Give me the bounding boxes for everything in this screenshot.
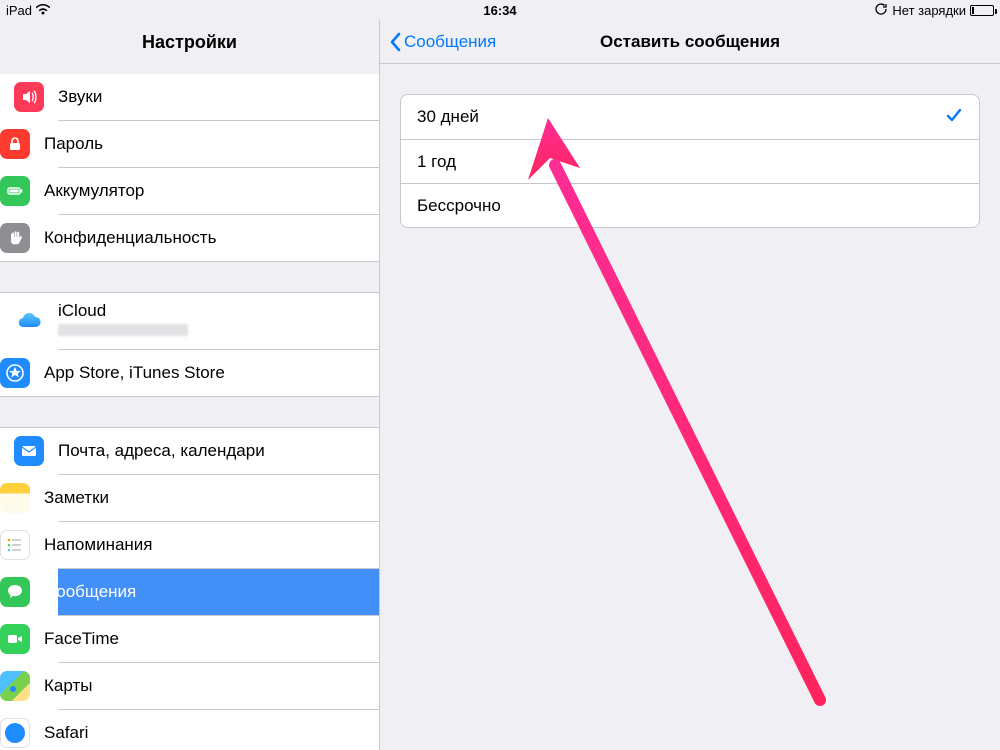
option-30-days[interactable]: 30 дней (401, 95, 979, 139)
option-forever[interactable]: Бессрочно (401, 183, 979, 227)
option-label: 30 дней (417, 107, 479, 127)
sidebar-item-maps[interactable]: Карты (58, 662, 379, 709)
sidebar-item-label: Пароль (44, 134, 363, 154)
sidebar-item-label: Конфиденциальность (44, 228, 363, 248)
sidebar-item-notes[interactable]: Заметки (58, 474, 379, 521)
sidebar-item-messages[interactable]: Сообщения (58, 568, 379, 615)
messages-icon (0, 577, 30, 607)
status-time: 16:34 (483, 3, 516, 18)
battery-status-text: Нет зарядки (892, 3, 966, 18)
chevron-left-icon (388, 31, 402, 53)
safari-icon (0, 718, 30, 748)
lock-icon (0, 129, 30, 159)
back-label: Сообщения (404, 32, 496, 52)
sidebar-item-battery[interactable]: Аккумулятор (58, 167, 379, 214)
status-bar: iPad 16:34 Нет зарядки (0, 0, 1000, 20)
check-icon (945, 106, 963, 129)
notes-icon (0, 483, 30, 513)
wifi-icon (36, 3, 50, 18)
sidebar-item-label: iCloud (58, 301, 363, 341)
battery-icon (0, 176, 30, 206)
settings-sidebar: Настройки Звуки Пароль (0, 20, 380, 750)
reminders-icon (0, 530, 30, 560)
appstore-icon (0, 358, 30, 388)
detail-pane: Сообщения Оставить сообщения 30 дней 1 г… (380, 20, 1000, 750)
sidebar-item-sounds[interactable]: Звуки (0, 74, 379, 120)
redacted-account (58, 324, 188, 336)
sidebar-item-label: Заметки (44, 488, 363, 508)
sync-icon (874, 2, 888, 19)
facetime-icon (0, 624, 30, 654)
sidebar-item-privacy[interactable]: Конфиденциальность (58, 214, 379, 261)
option-label: 1 год (417, 152, 456, 172)
sidebar-item-label: Сообщения (44, 582, 363, 602)
back-button[interactable]: Сообщения (380, 31, 496, 53)
option-1-year[interactable]: 1 год (401, 139, 979, 183)
maps-icon (0, 671, 30, 701)
sidebar-item-label: Аккумулятор (44, 181, 363, 201)
sidebar-item-label: App Store, iTunes Store (44, 363, 363, 383)
sidebar-item-passcode[interactable]: Пароль (58, 120, 379, 167)
cloud-icon (14, 306, 44, 336)
sidebar-title: Настройки (0, 20, 379, 64)
battery-icon (970, 5, 994, 16)
sidebar-item-label: Почта, адреса, календари (58, 441, 363, 461)
sounds-icon (14, 82, 44, 112)
sidebar-item-label: Напоминания (44, 535, 363, 555)
option-label: Бессрочно (417, 196, 501, 216)
sidebar-item-safari[interactable]: Safari (58, 709, 379, 750)
detail-navbar: Сообщения Оставить сообщения (380, 20, 1000, 64)
sidebar-item-mail[interactable]: Почта, адреса, календари (0, 428, 379, 474)
mail-icon (14, 436, 44, 466)
detail-title: Оставить сообщения (600, 32, 780, 52)
sidebar-item-facetime[interactable]: FaceTime (58, 615, 379, 662)
keep-messages-options: 30 дней 1 год Бессрочно (400, 94, 980, 228)
device-name: iPad (6, 3, 32, 18)
sidebar-item-label: Safari (44, 723, 363, 743)
hand-icon (0, 223, 30, 253)
sidebar-item-label: Карты (44, 676, 363, 696)
sidebar-item-icloud[interactable]: iCloud (0, 293, 379, 349)
sidebar-item-reminders[interactable]: Напоминания (58, 521, 379, 568)
sidebar-item-label: Звуки (58, 87, 363, 107)
sidebar-item-label: FaceTime (44, 629, 363, 649)
sidebar-item-appstore[interactable]: App Store, iTunes Store (58, 349, 379, 396)
